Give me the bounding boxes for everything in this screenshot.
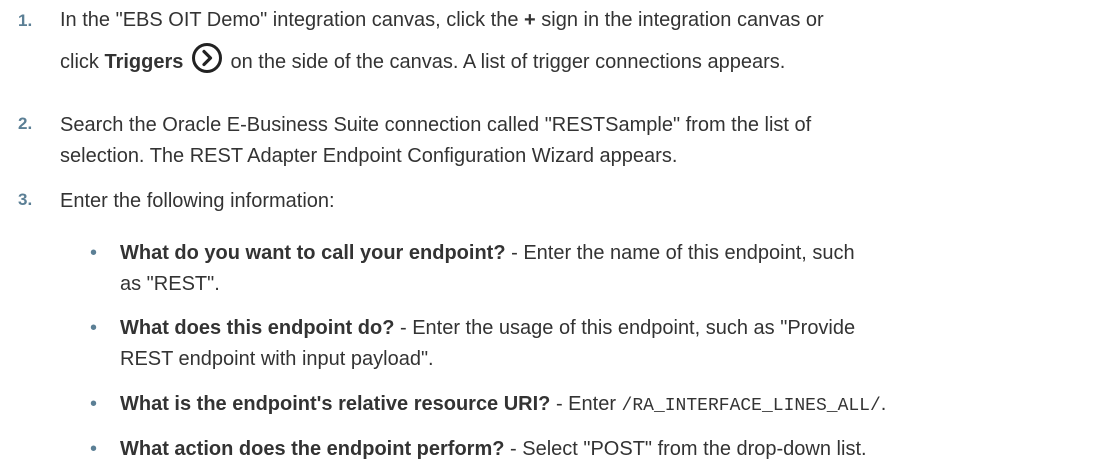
instructions-document: 1. In the "EBS OIT Demo" integration can… (0, 0, 1112, 471)
text-span: . (880, 393, 887, 415)
bullet-question: What does this endpoint do? (120, 317, 395, 339)
text-span: sign in the integration canvas or (535, 9, 824, 31)
text-span: - Enter (550, 393, 622, 415)
bullet-line: What do you want to call your endpoint? … (120, 238, 1092, 269)
step-number: 3. (18, 190, 33, 209)
text-span: - Select "POST" from the drop-down list. (504, 438, 867, 460)
resource-uri-code: /RA_INTERFACE_LINES_ALL/ (621, 396, 881, 416)
bullet-question: What is the endpoint's relative resource… (120, 393, 551, 415)
bullet-marker: • (90, 393, 98, 415)
bullet-text: What does this endpoint do? - Enter the … (120, 313, 1092, 375)
text-span: In the "EBS OIT Demo" integration canvas… (60, 9, 525, 31)
step-text: Enter the following information: (60, 190, 335, 212)
bullet-line: What is the endpoint's relative resource… (120, 389, 1092, 422)
bullet-text: What action does the endpoint perform? -… (120, 434, 1092, 465)
bullet-line: as "REST". (120, 273, 220, 295)
plus-sign: + (524, 9, 536, 31)
triggers-label: Triggers (104, 51, 184, 73)
text-span: - Enter the usage of this endpoint, such… (394, 317, 856, 339)
text-span: on the side of the canvas. A list of tri… (224, 51, 786, 73)
bullet-question: What action does the endpoint perform? (120, 438, 505, 460)
step-text: Search the Oracle E-Business Suite conne… (60, 110, 1092, 172)
text-span: click (60, 51, 105, 73)
bullet-line: What action does the endpoint perform? -… (120, 434, 1092, 465)
step-line: In the "EBS OIT Demo" integration canvas… (60, 2, 1092, 38)
bullet-text: What do you want to call your endpoint? … (120, 238, 1092, 300)
step-line: Search the Oracle E-Business Suite conne… (60, 114, 812, 136)
step-line: click Triggers on the side of the canvas… (60, 42, 1092, 80)
step-number: 1. (18, 11, 33, 30)
bullet-question: What do you want to call your endpoint? (120, 242, 506, 264)
step-number: 2. (18, 114, 33, 133)
bullet-marker: • (90, 317, 98, 339)
bullet-marker: • (90, 438, 98, 460)
bullet-line: What does this endpoint do? - Enter the … (120, 313, 1092, 344)
bullet-line: REST endpoint with input payload". (120, 348, 434, 370)
chevron-circle-right-icon (191, 43, 222, 73)
step-line: selection. The REST Adapter Endpoint Con… (60, 145, 678, 167)
bullet-text: What is the endpoint's relative resource… (120, 389, 1092, 422)
text-span: - Enter the name of this endpoint, such (505, 242, 855, 264)
bullet-marker: • (90, 242, 98, 264)
step-text: In the "EBS OIT Demo" integration canvas… (60, 2, 1092, 80)
